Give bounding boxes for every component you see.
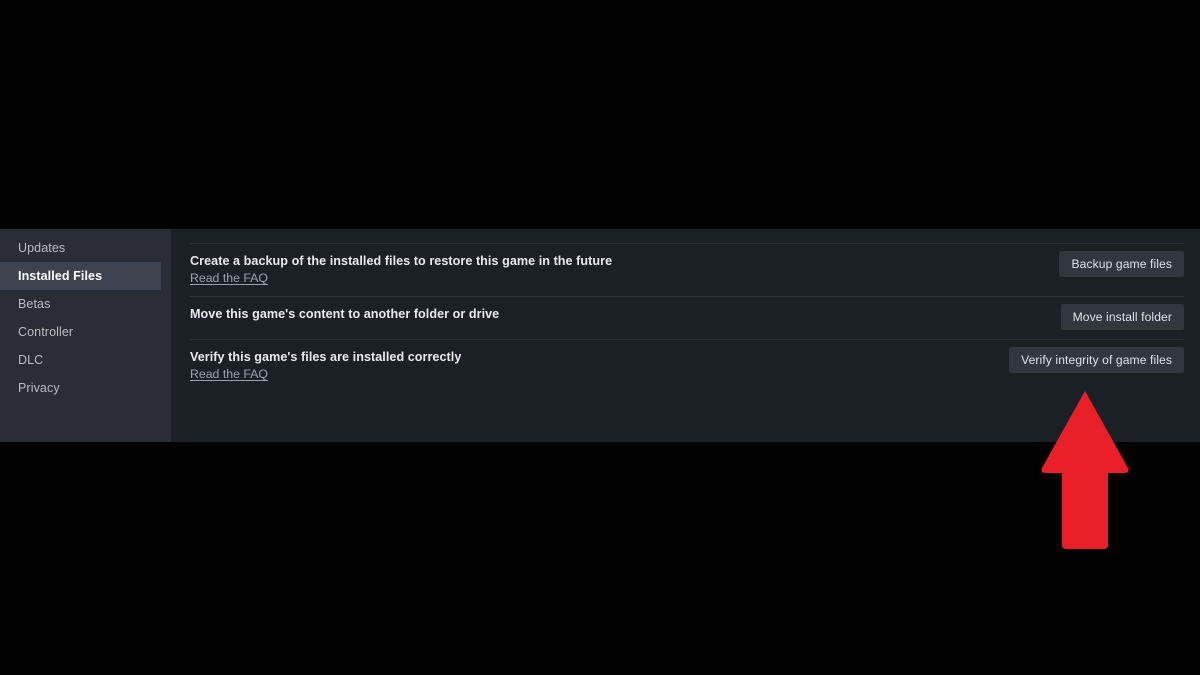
sidebar-item-updates[interactable]: Updates <box>0 234 161 262</box>
sidebar-item-label: Installed Files <box>18 269 103 283</box>
sidebar-item-installed-files[interactable]: Installed Files <box>0 262 161 290</box>
up-arrow-icon <box>1041 391 1129 549</box>
verify-integrity-of-game-files-button[interactable]: Verify integrity of game files <box>1009 347 1184 373</box>
verify-read-faq-link[interactable]: Read the FAQ <box>190 367 268 382</box>
sidebar-item-label: Updates <box>18 241 66 255</box>
sidebar-item-label: Privacy <box>18 381 60 395</box>
backup-files-text: Create a backup of the installed files t… <box>190 253 612 287</box>
move-install-folder-text: Move this game's content to another fold… <box>190 306 499 322</box>
sidebar-item-label: DLC <box>18 353 44 367</box>
backup-game-files-button[interactable]: Backup game files <box>1059 251 1184 277</box>
backup-read-faq-link[interactable]: Read the FAQ <box>190 271 268 286</box>
backup-files-row: Create a backup of the installed files t… <box>190 243 1184 296</box>
move-install-folder-title: Move this game's content to another fold… <box>190 307 500 321</box>
sidebar-item-label: Betas <box>18 297 51 311</box>
verify-integrity-row: Verify this game's files are installed c… <box>190 339 1184 392</box>
game-properties-panel: Updates Installed Files Betas Controller… <box>0 229 1200 442</box>
move-install-folder-row: Move this game's content to another fold… <box>190 296 1184 339</box>
settings-row-list: Create a backup of the installed files t… <box>190 243 1184 392</box>
verify-integrity-text: Verify this game's files are installed c… <box>190 349 461 383</box>
screenshot-root: Updates Installed Files Betas Controller… <box>0 0 1200 675</box>
backup-files-title: Create a backup of the installed files t… <box>190 254 613 268</box>
sidebar-item-betas[interactable]: Betas <box>0 290 161 318</box>
sidebar-item-label: Controller <box>18 325 74 339</box>
sidebar-item-controller[interactable]: Controller <box>0 318 161 346</box>
verify-integrity-title: Verify this game's files are installed c… <box>190 350 462 364</box>
sidebar-item-privacy[interactable]: Privacy <box>0 374 161 402</box>
sidebar-item-dlc[interactable]: DLC <box>0 346 161 374</box>
properties-sidebar: Updates Installed Files Betas Controller… <box>0 229 171 442</box>
move-install-folder-button[interactable]: Move install folder <box>1060 304 1184 330</box>
